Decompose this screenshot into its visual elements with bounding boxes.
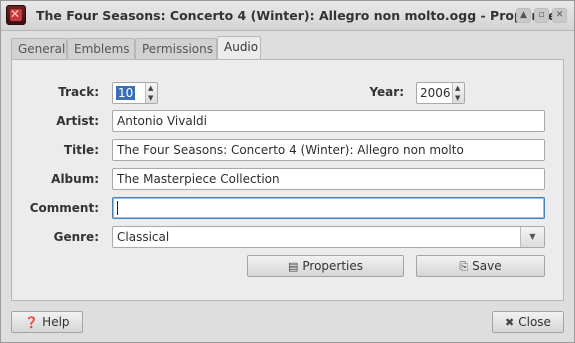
tab-audio[interactable]: Audio [217,36,261,61]
save-button[interactable]: ⎘ Save [416,255,545,277]
album-field[interactable]: The Masterpiece Collection [112,168,545,190]
text-cursor [117,201,118,215]
properties-window: The Four Seasons: Concerto 4 (Winter): A… [0,0,575,343]
track-value[interactable]: 10 [116,86,136,100]
title-bar[interactable]: The Four Seasons: Concerto 4 (Winter): A… [1,1,574,31]
comment-field[interactable] [112,197,545,219]
track-stepper[interactable]: ▲ ▼ [145,83,157,103]
tab-emblems[interactable]: Emblems [67,38,135,60]
year-value[interactable]: 2006 [420,86,451,100]
document-icon: ▤ [287,260,299,273]
title-field[interactable]: The Four Seasons: Concerto 4 (Winter): A… [112,139,545,161]
genre-combobox[interactable]: Classical ▼ [112,226,545,248]
track-label: Track: [58,85,99,99]
window-title: The Four Seasons: Concerto 4 (Winter): A… [36,8,564,23]
increment-icon[interactable]: ▲ [455,84,460,92]
comment-label: Comment: [29,201,99,215]
genre-label: Genre: [53,230,99,244]
help-icon: ❓ [24,316,39,329]
save-button-label: Save [472,259,502,273]
album-label: Album: [51,172,99,186]
properties-button[interactable]: ▤ Properties [247,255,404,277]
close-icon: ✕ [555,10,564,20]
year-stepper[interactable]: ▲ ▼ [452,83,464,103]
chevron-down-icon[interactable]: ▼ [520,227,544,247]
close-button[interactable]: ✖ Close [492,311,564,333]
close-button-label: Close [518,315,551,329]
tab-permissions[interactable]: Permissions [135,38,217,60]
genre-value: Classical [117,230,170,244]
close-icon: ✖ [505,316,515,329]
artist-field[interactable]: Antonio Vivaldi [112,110,545,132]
help-button[interactable]: ❓ Help [11,311,83,333]
title-label: Title: [63,143,99,157]
audio-file-icon [6,5,26,25]
increment-icon[interactable]: ▲ [148,84,153,92]
properties-button-label: Properties [302,259,364,273]
track-spinner[interactable]: 10 ▲ ▼ [112,82,158,104]
maximize-button[interactable]: ▫ [534,8,549,23]
close-window-button[interactable]: ✕ [552,8,567,23]
decrement-icon[interactable]: ▼ [455,94,460,102]
tab-general[interactable]: General [11,38,67,60]
save-icon: ⎘ [459,260,469,273]
decrement-icon[interactable]: ▼ [148,94,153,102]
maximize-icon: ▫ [538,10,545,20]
year-spinner[interactable]: 2006 ▲ ▼ [416,82,465,104]
help-button-label: Help [42,315,70,329]
artist-label: Artist: [56,114,99,128]
shade-button[interactable]: ▲ [516,8,531,23]
audio-panel: Track: 10 ▲ ▼ Year: 2006 ▲ ▼ Artist: Ant… [11,59,564,301]
year-label: Year: [369,85,404,99]
up-icon: ▲ [520,10,527,20]
